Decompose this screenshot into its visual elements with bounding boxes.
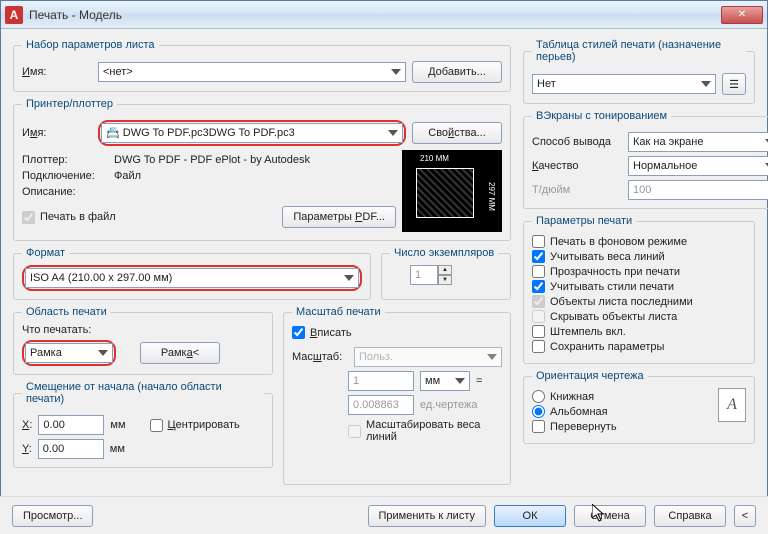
copies-legend: Число экземпляров (390, 247, 498, 259)
ok-button[interactable]: ОК (494, 505, 566, 527)
opt-hide-paperspace: Скрывать объекты листа (532, 310, 746, 323)
plot-style-edit-button[interactable]: ☰ (722, 73, 746, 95)
quality-select[interactable]: Нормальное (628, 156, 768, 176)
orientation-group: Ориентация чертежа Книжная Альбомная Пер… (523, 370, 755, 444)
scale-num-input (348, 371, 414, 391)
shaded-viewport-group: ВЭкраны с тонированием Способ вывода Как … (523, 110, 768, 209)
copies-input (410, 265, 438, 285)
opt-transparency[interactable]: Прозрачность при печати (532, 265, 746, 278)
copies-down: ▼ (438, 275, 452, 285)
scale-unit-select[interactable]: мм (420, 371, 470, 391)
fit-checkbox[interactable]: Вписать (292, 326, 502, 339)
orient-landscape[interactable]: Альбомная (532, 405, 718, 418)
scale-legend: Масштаб печати (292, 306, 385, 318)
opt-background[interactable]: Печать в фоновом режиме (532, 235, 746, 248)
pdf-params-button[interactable]: Параметры PDF... (282, 206, 396, 228)
scale-label: Масштаб: (292, 351, 348, 363)
copies-up: ▲ (438, 265, 452, 275)
opt-lineweights[interactable]: Учитывать веса линий (532, 250, 746, 263)
x-label: X: (22, 419, 32, 431)
plot-styles-legend: Таблица стилей печати (назначение перьев… (532, 39, 746, 63)
scale-den-input (348, 395, 414, 415)
apply-button[interactable]: Применить к листу (368, 505, 487, 527)
page-setup-name-label: Имя: (22, 66, 92, 78)
y-label: Y: (22, 443, 32, 455)
printer-legend: Принтер/плоттер (22, 98, 117, 110)
description-label: Описание: (22, 186, 108, 198)
what-to-plot-label: Что печатать: (22, 324, 264, 336)
paper-size-legend: Формат (22, 247, 69, 259)
plot-area-legend: Область печати (22, 306, 111, 318)
opt-styles[interactable]: Учитывать стили печати (532, 280, 746, 293)
opt-save[interactable]: Сохранить параметры (532, 340, 746, 353)
window-title: Печать - Модель (29, 8, 721, 22)
dpi-input (628, 180, 768, 200)
quality-label: Качество (532, 160, 622, 172)
orientation-legend: Ориентация чертежа (532, 370, 648, 382)
plot-styles-group: Таблица стилей печати (назначение перьев… (523, 39, 755, 104)
cancel-button[interactable]: Отмена (574, 505, 646, 527)
help-button[interactable]: Справка (654, 505, 726, 527)
preview-height-label: 297 MM (487, 182, 496, 211)
plot-options-legend: Параметры печати (532, 215, 636, 227)
offset-group: Смещение от начала (начало области печат… (13, 381, 273, 468)
expand-button[interactable]: < (734, 505, 756, 527)
preview-button[interactable]: Просмотр... (12, 505, 93, 527)
orient-upside-down[interactable]: Перевернуть (532, 420, 718, 433)
shade-mode-label: Способ вывода (532, 136, 622, 148)
paper-size-group: Формат ISO A4 (210.00 x 297.00 мм) (13, 247, 371, 300)
offset-legend: Смещение от начала (начало области печат… (22, 381, 264, 405)
paper-preview: 210 MM 297 MM (402, 150, 502, 232)
x-offset-input[interactable] (38, 415, 104, 435)
orient-portrait[interactable]: Книжная (532, 390, 718, 403)
shaded-viewport-legend: ВЭкраны с тонированием (532, 110, 671, 122)
x-unit: мм (110, 419, 125, 431)
shade-mode-select[interactable]: Как на экране (628, 132, 768, 152)
scale-group: Масштаб печати Вписать Масштаб: Польз. м… (283, 306, 511, 485)
plot-style-select[interactable]: Нет (532, 74, 716, 94)
paper-size-select[interactable]: ISO A4 (210.00 x 297.00 мм) (25, 268, 359, 288)
close-button[interactable]: ✕ (721, 6, 763, 24)
scale-select: Польз. (354, 347, 502, 367)
page-setup-name-select[interactable]: <нет> (98, 62, 406, 82)
drawing-unit-label: ед.чертежа (420, 399, 477, 411)
orientation-icon: A (718, 388, 746, 422)
dpi-label: Т/дюйм (532, 184, 622, 196)
printer-group: Принтер/плоттер Имя: 📇 DWG To PDF.pc3DWG… (13, 98, 511, 241)
plot-options-group: Параметры печати Печать в фоновом режиме… (523, 215, 755, 364)
scale-lineweights-checkbox: Масштабировать веса линий (348, 419, 502, 443)
connection-label: Подключение: (22, 170, 108, 182)
plotter-value: DWG To PDF - PDF ePlot - by Autodesk (114, 154, 310, 166)
add-page-setup-button[interactable]: Добавить... (412, 61, 502, 83)
center-checkbox[interactable]: Центрировать (150, 419, 240, 432)
page-setup-group: Набор параметров листа Имя: <нет> Добави… (13, 39, 511, 92)
copies-group: Число экземпляров ▲▼ (381, 247, 511, 300)
plotter-label: Плоттер: (22, 154, 108, 166)
equals-label: = (476, 375, 482, 387)
plot-area-group: Область печати Что печатать: Рамка Рамка… (13, 306, 273, 375)
y-offset-input[interactable] (38, 439, 104, 459)
opt-stamp[interactable]: Штемпель вкл. (532, 325, 746, 338)
printer-properties-button[interactable]: Свойства... (412, 122, 502, 144)
opt-paperspace-last: Объекты листа последними (532, 295, 746, 308)
page-setup-legend: Набор параметров листа (22, 39, 159, 51)
preview-width-label: 210 MM (420, 154, 449, 163)
what-to-plot-select[interactable]: Рамка (25, 343, 113, 363)
y-unit: мм (110, 443, 125, 455)
printer-name-label: Имя: (22, 127, 92, 139)
connection-value: Файл (114, 170, 141, 182)
print-to-file-checkbox: Печать в файл (22, 211, 116, 224)
title-bar: A Печать - Модель ✕ (1, 1, 767, 29)
app-icon: A (5, 6, 23, 24)
window-pick-button[interactable]: Рамка< (140, 342, 220, 364)
printer-name-select[interactable]: 📇 DWG To PDF.pc3DWG To PDF.pc3 (101, 123, 403, 143)
